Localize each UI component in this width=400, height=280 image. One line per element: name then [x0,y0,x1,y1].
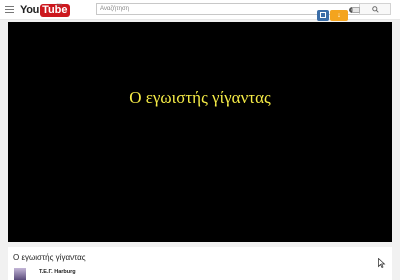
masthead: You Tube GR Αναζήτηση ↓ 0 [0,0,400,21]
search-button[interactable] [359,3,391,15]
video-title: Ο εγωιστής γίγαντας [13,253,86,262]
menu-icon[interactable] [5,6,14,13]
video-title-card: Ο εγωιστής γίγαντας [129,88,271,107]
download-extension-icon[interactable]: ↓ [330,10,348,21]
youtube-logo[interactable]: You Tube [20,3,70,17]
video-player[interactable]: Ο εγωιστής γίγαντας [8,22,392,242]
logo-you-text: You [20,4,40,16]
logo-region-label: GR [56,2,62,7]
upload-icon[interactable] [352,7,360,13]
channel-avatar[interactable] [14,268,26,280]
mouse-cursor-icon [378,258,386,268]
video-info-card: Ο εγωιστής γίγαντας Τ.Ε.Γ. Harburg [8,247,392,280]
channel-name[interactable]: Τ.Ε.Γ. Harburg [39,269,76,275]
logo-tube-text: Tube [40,3,70,17]
search-icon [372,6,379,13]
share-extension-icon[interactable] [317,10,329,21]
